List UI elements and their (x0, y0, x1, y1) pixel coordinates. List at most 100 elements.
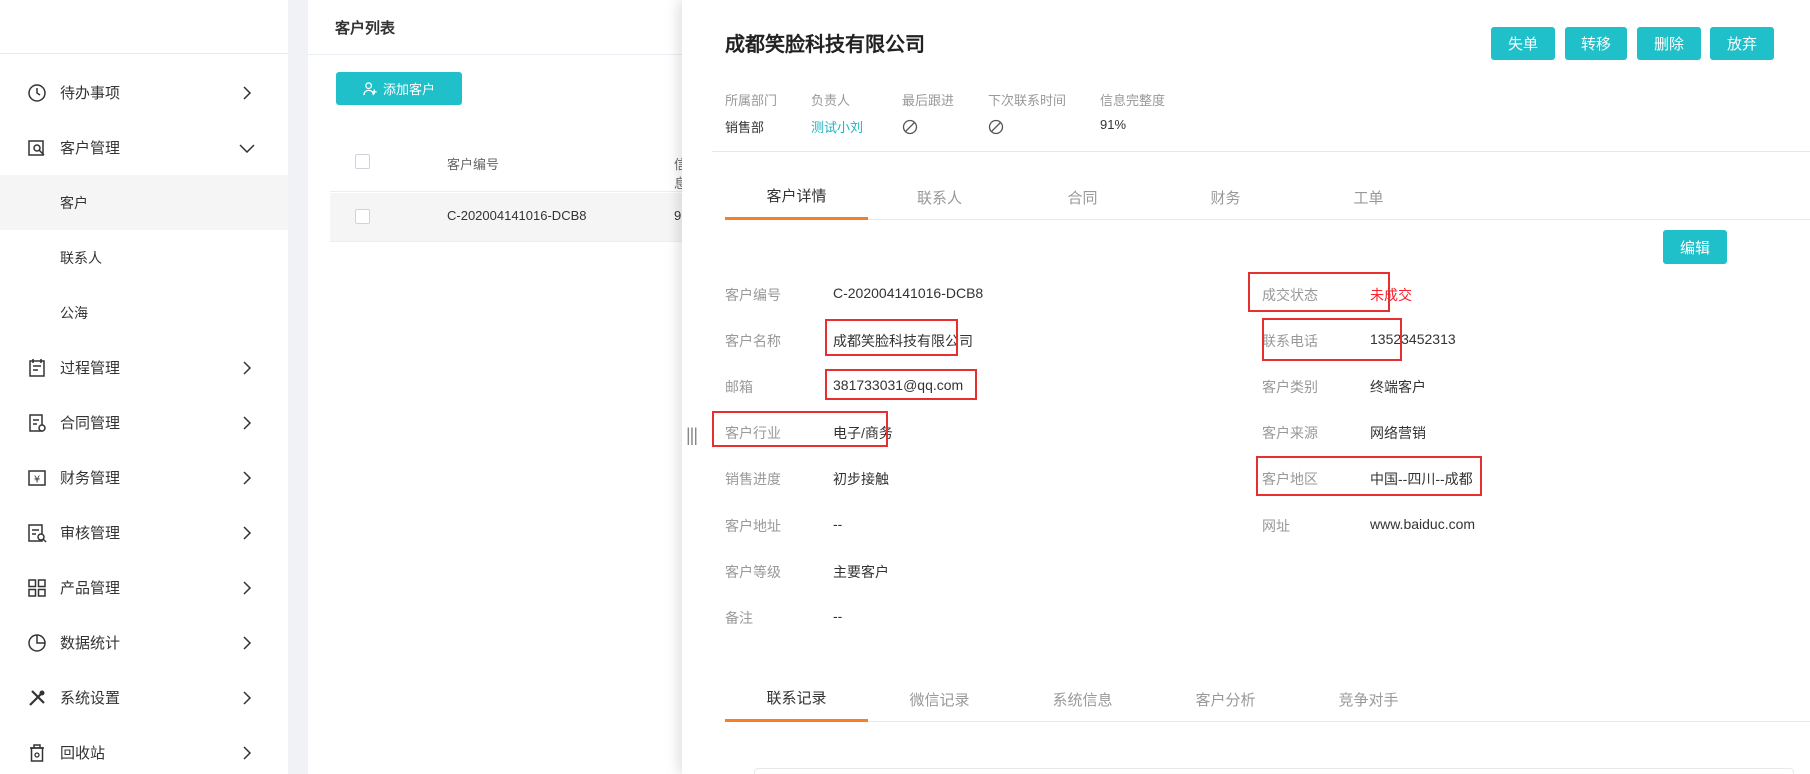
row-code: C-202004141016-DCB8 (447, 208, 587, 223)
column-header-code: 客户编号 (447, 157, 500, 172)
grid-icon (26, 577, 48, 599)
sidebar-subitem-customer[interactable]: 客户 (0, 175, 288, 230)
field-label: 客户编号 (725, 287, 781, 303)
meta-completeness-label: 信息完整度 (1100, 93, 1166, 108)
divider (308, 54, 688, 55)
meta-last-followup-label: 最后跟进 (902, 93, 955, 108)
customer-detail-drawer: ||| 成都笑脸科技有限公司 失单 转移 删除 放弃 所属部门 负责人 最后跟进… (682, 0, 1810, 774)
meta-next-contact-label: 下次联系时间 (988, 93, 1067, 108)
tab-contracts[interactable]: 合同 (1011, 174, 1154, 220)
highlight-box (1248, 272, 1390, 312)
sidebar-item-system-settings[interactable]: 系统设置 (0, 670, 288, 725)
delete-button[interactable]: 删除 (1637, 27, 1701, 60)
tab-contact-records[interactable]: 联系记录 (725, 676, 868, 722)
highlight-box (712, 411, 888, 447)
customer-search-icon (26, 137, 48, 159)
list-title: 客户列表 (335, 20, 396, 37)
yen-icon: ¥ (26, 467, 48, 489)
field-sales-stage: 初步接触 (833, 471, 889, 487)
sidebar-item-audit-mgmt[interactable]: 审核管理 (0, 505, 288, 560)
field-website: www.baiduc.com (1370, 516, 1476, 532)
divider (712, 151, 1810, 152)
customer-list-panel: 客户列表 添加客户 客户编号 信息 C-202004141016-DCB8 91… (308, 0, 700, 774)
tab-contacts[interactable]: 联系人 (868, 174, 1011, 220)
none-icon (902, 119, 918, 135)
chevron-right-icon (237, 413, 257, 433)
chevron-right-icon (237, 578, 257, 598)
field-label: 客户名称 (725, 333, 781, 349)
record-input-box[interactable] (754, 768, 1794, 774)
select-all-checkbox[interactable] (355, 154, 370, 169)
sidebar: 待办事项 客户管理 客户 联系人 公海 过程管理 合同管理 ¥ 财务管理 审核管… (0, 0, 288, 774)
svg-text:¥: ¥ (34, 474, 40, 485)
sidebar-item-customer-mgmt[interactable]: 客户管理 (0, 120, 288, 175)
sidebar-item-todo[interactable]: 待办事项 (0, 65, 288, 120)
sidebar-item-label: 待办事项 (60, 85, 121, 102)
field-label: 客户类别 (1262, 379, 1318, 395)
record-tabs: 联系记录 微信记录 系统信息 客户分析 竞争对手 (725, 676, 1810, 722)
sidebar-item-process-mgmt[interactable]: 过程管理 (0, 340, 288, 395)
none-icon (988, 119, 1004, 135)
meta-owner-link[interactable]: 测试小刘 (811, 117, 863, 136)
field-customer-code: C-202004141016-DCB8 (833, 285, 984, 301)
company-title: 成都笑脸科技有限公司 (725, 34, 925, 56)
table-header: 客户编号 信息 (330, 140, 688, 192)
sidebar-subitem-public-pool[interactable]: 公海 (0, 285, 288, 340)
highlight-box (825, 319, 958, 356)
sidebar-item-product-mgmt[interactable]: 产品管理 (0, 560, 288, 615)
sidebar-item-recycle-bin[interactable]: 回收站 (0, 725, 288, 774)
tab-competitors[interactable]: 竞争对手 (1297, 676, 1440, 722)
tab-finance[interactable]: 财务 (1154, 174, 1297, 220)
sidebar-item-label: 系统设置 (60, 690, 121, 707)
row-checkbox[interactable] (355, 209, 370, 224)
add-user-icon (363, 82, 377, 96)
highlight-box (1262, 318, 1402, 361)
chevron-right-icon (237, 688, 257, 708)
clock-icon (26, 82, 48, 104)
sidebar-item-statistics[interactable]: 数据统计 (0, 615, 288, 670)
sidebar-item-contract-mgmt[interactable]: 合同管理 (0, 395, 288, 450)
lost-order-button[interactable]: 失单 (1491, 27, 1555, 60)
chevron-right-icon (237, 83, 257, 103)
sidebar-subitem-label: 公海 (60, 304, 88, 321)
sidebar-item-label: 财务管理 (60, 470, 121, 487)
table-row[interactable]: C-202004141016-DCB8 91% (330, 193, 700, 242)
tab-customer-analysis[interactable]: 客户分析 (1154, 676, 1297, 722)
trash-icon (26, 742, 48, 764)
chevron-right-icon (237, 468, 257, 488)
transfer-button[interactable]: 转移 (1565, 27, 1627, 60)
field-label: 网址 (1262, 518, 1290, 534)
add-customer-label: 添加客户 (382, 82, 435, 97)
sidebar-subitem-label: 客户 (60, 194, 88, 211)
detail-tabs: 客户详情 联系人 合同 财务 工单 (725, 174, 1810, 220)
sidebar-item-label: 客户管理 (60, 140, 121, 157)
edit-button[interactable]: 编辑 (1663, 230, 1727, 264)
meta-dept-value: 销售部 (725, 120, 765, 135)
sidebar-item-finance-mgmt[interactable]: ¥ 财务管理 (0, 450, 288, 505)
sidebar-subitem-contacts[interactable]: 联系人 (0, 230, 288, 285)
meta-dept-label: 所属部门 (725, 93, 778, 108)
meta-owner-label: 负责人 (811, 93, 851, 108)
meta-completeness-value: 91% (1100, 117, 1127, 132)
sidebar-item-label: 过程管理 (60, 360, 121, 377)
contract-icon (26, 412, 48, 434)
tab-work-orders[interactable]: 工单 (1297, 174, 1440, 220)
sidebar-item-label: 数据统计 (60, 635, 121, 652)
sidebar-item-label: 回收站 (60, 745, 106, 762)
chevron-right-icon (237, 358, 257, 378)
chevron-right-icon (237, 743, 257, 763)
sidebar-item-label: 产品管理 (60, 580, 121, 597)
chevron-down-icon (237, 138, 257, 158)
field-label: 客户等级 (725, 564, 781, 580)
abandon-button[interactable]: 放弃 (1710, 27, 1774, 60)
sidebar-header (0, 0, 288, 54)
drawer-resize-handle[interactable]: ||| (686, 425, 698, 446)
tab-wechat-records[interactable]: 微信记录 (868, 676, 1011, 722)
sidebar-item-label: 合同管理 (60, 415, 121, 432)
audit-icon (26, 522, 48, 544)
sidebar-subitem-label: 联系人 (60, 249, 102, 266)
field-label: 备注 (725, 610, 753, 626)
add-customer-button[interactable]: 添加客户 (336, 72, 462, 105)
tab-system-info[interactable]: 系统信息 (1011, 676, 1154, 722)
tab-customer-detail[interactable]: 客户详情 (725, 174, 868, 220)
